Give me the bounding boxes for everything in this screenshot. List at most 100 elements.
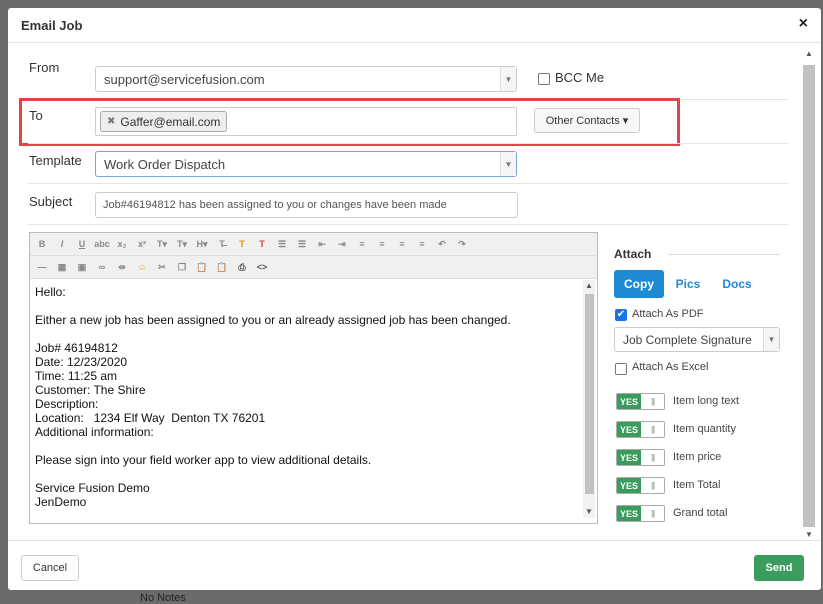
divider bbox=[28, 224, 788, 225]
font-size-icon[interactable]: T▾ bbox=[174, 236, 190, 252]
message-editor[interactable]: B I U abc x₂ x² T▾ T▾ H▾ T̶ T T ☰ ☰ ⇤ ⇥ … bbox=[29, 232, 598, 524]
toggle-label: Grand total bbox=[673, 507, 728, 519]
undo-icon[interactable]: ↶ bbox=[434, 236, 450, 252]
attach-divider bbox=[668, 254, 780, 255]
email-job-modal: Email Job × From support@servicefusion.c… bbox=[8, 8, 821, 590]
attach-pdf-checkbox[interactable]: ✔ bbox=[615, 309, 627, 321]
justify-icon[interactable]: ≡ bbox=[414, 236, 430, 252]
redo-icon[interactable]: ↷ bbox=[454, 236, 470, 252]
attach-title: Attach bbox=[614, 247, 652, 261]
template-select-value: Work Order Dispatch bbox=[104, 156, 226, 172]
bullet-list-icon[interactable]: ☰ bbox=[274, 236, 290, 252]
modal-scroll-thumb[interactable] bbox=[803, 65, 815, 527]
tab-docs[interactable]: Docs bbox=[716, 270, 758, 298]
copy-icon[interactable]: ❐ bbox=[174, 259, 190, 275]
toggle-item-quantity[interactable]: YES ||| bbox=[616, 421, 665, 438]
horizontal-rule-icon[interactable]: — bbox=[34, 259, 50, 275]
clear-format-icon[interactable]: T̶ bbox=[214, 236, 230, 252]
subscript-icon[interactable]: x₂ bbox=[114, 236, 130, 252]
divider bbox=[28, 183, 788, 184]
modal-footer: Cancel Send bbox=[8, 540, 821, 590]
scroll-up-icon[interactable]: ▲ bbox=[803, 48, 815, 60]
source-code-icon[interactable]: <> bbox=[254, 259, 270, 275]
tab-pics[interactable]: Pics bbox=[670, 270, 706, 298]
editor-scroll-thumb[interactable] bbox=[585, 294, 594, 494]
to-label: To bbox=[29, 108, 43, 123]
remove-format-icon[interactable]: T bbox=[254, 236, 270, 252]
align-right-icon[interactable]: ≡ bbox=[394, 236, 410, 252]
from-select[interactable]: support@servicefusion.com ▼ bbox=[95, 66, 517, 92]
to-recipients-input[interactable]: ✖ Gaffer@email.com bbox=[95, 107, 517, 136]
align-left-icon[interactable]: ≡ bbox=[354, 236, 370, 252]
image-icon[interactable]: ▣ bbox=[74, 259, 90, 275]
superscript-icon[interactable]: x² bbox=[134, 236, 150, 252]
bold-icon[interactable]: B bbox=[34, 236, 50, 252]
editor-toolbar-row-2: — ▦ ▣ ∞ ⇹ ☺ ✂ ❐ 📋 📋 ⎙ <> bbox=[30, 256, 597, 279]
toggle-label: Item price bbox=[673, 451, 722, 463]
toggle-item-price[interactable]: YES ||| bbox=[616, 449, 665, 466]
close-icon[interactable]: × bbox=[799, 15, 808, 33]
other-contacts-button[interactable]: Other Contacts ▾ bbox=[534, 108, 640, 133]
print-icon[interactable]: ⎙ bbox=[234, 259, 250, 275]
toggle-grip: ||| bbox=[651, 425, 655, 434]
toggle-yes: YES bbox=[617, 450, 641, 465]
from-select-value: support@servicefusion.com bbox=[104, 71, 265, 87]
recipient-tag-label: Gaffer@email.com bbox=[120, 114, 221, 129]
editor-scrollbar[interactable]: ▲ ▼ bbox=[583, 280, 595, 518]
toggle-grip: ||| bbox=[651, 509, 655, 518]
chevron-down-icon: ▼ bbox=[500, 67, 516, 91]
align-center-icon[interactable]: ≡ bbox=[374, 236, 390, 252]
modal-scrollbar[interactable]: ▲ ▼ bbox=[803, 43, 817, 539]
toggle-item-total[interactable]: YES ||| bbox=[616, 477, 665, 494]
paste-icon[interactable]: 📋 bbox=[194, 259, 210, 275]
toggle-yes: YES bbox=[617, 394, 641, 409]
toggle-yes: YES bbox=[617, 478, 641, 493]
toggle-grip: ||| bbox=[651, 397, 655, 406]
link-icon[interactable]: ∞ bbox=[94, 259, 110, 275]
remove-tag-icon[interactable]: ✖ bbox=[107, 116, 115, 127]
indent-icon[interactable]: ⇥ bbox=[334, 236, 350, 252]
editor-toolbar-row-1: B I U abc x₂ x² T▾ T▾ H▾ T̶ T T ☰ ☰ ⇤ ⇥ … bbox=[30, 233, 597, 256]
scroll-up-icon[interactable]: ▲ bbox=[583, 280, 595, 292]
paste-text-icon[interactable]: 📋 bbox=[214, 259, 230, 275]
cancel-button[interactable]: Cancel bbox=[21, 555, 79, 581]
bcc-checkbox[interactable] bbox=[538, 73, 550, 85]
attach-excel-checkbox[interactable] bbox=[615, 363, 627, 375]
font-family-icon[interactable]: T▾ bbox=[154, 236, 170, 252]
table-icon[interactable]: ▦ bbox=[54, 259, 70, 275]
tab-copy[interactable]: Copy bbox=[614, 270, 664, 298]
numbered-list-icon[interactable]: ☰ bbox=[294, 236, 310, 252]
toggle-item-long-text[interactable]: YES ||| bbox=[616, 393, 665, 410]
toggle-yes: YES bbox=[617, 422, 641, 437]
pdf-template-value: Job Complete Signature bbox=[623, 332, 752, 347]
strikethrough-icon[interactable]: abc bbox=[94, 236, 110, 252]
heading-icon[interactable]: H▾ bbox=[194, 236, 210, 252]
background-peek-text: No Notes bbox=[140, 592, 186, 604]
scroll-down-icon[interactable]: ▼ bbox=[583, 506, 595, 518]
template-label: Template bbox=[29, 153, 82, 168]
toggle-label: Item quantity bbox=[673, 423, 736, 435]
send-button[interactable]: Send bbox=[754, 555, 804, 581]
emoji-icon[interactable]: ☺ bbox=[134, 259, 150, 275]
highlight-icon[interactable]: T bbox=[234, 236, 250, 252]
recipient-tag[interactable]: ✖ Gaffer@email.com bbox=[100, 111, 228, 132]
chevron-down-icon: ▼ bbox=[500, 152, 516, 176]
modal-title: Email Job bbox=[21, 18, 83, 33]
unlink-icon[interactable]: ⇹ bbox=[114, 259, 130, 275]
toggle-label: Item long text bbox=[673, 395, 740, 407]
toggle-grand-total[interactable]: YES ||| bbox=[616, 505, 665, 522]
chevron-down-icon: ▼ bbox=[763, 328, 779, 351]
outdent-icon[interactable]: ⇤ bbox=[314, 236, 330, 252]
toggle-grip: ||| bbox=[651, 453, 655, 462]
bcc-label: BCC Me bbox=[555, 70, 605, 85]
editor-content[interactable]: Hello: Either a new job has been assigne… bbox=[35, 285, 575, 509]
from-label: From bbox=[29, 60, 60, 75]
subject-input[interactable]: Job#46194812 has been assigned to you or… bbox=[95, 192, 518, 218]
toggle-label: Item Total bbox=[673, 479, 721, 491]
underline-icon[interactable]: U bbox=[74, 236, 90, 252]
cut-icon[interactable]: ✂ bbox=[154, 259, 170, 275]
italic-icon[interactable]: I bbox=[54, 236, 70, 252]
template-select[interactable]: Work Order Dispatch ▼ bbox=[95, 151, 517, 177]
pdf-template-select[interactable]: Job Complete Signature ▼ bbox=[614, 327, 780, 352]
toggle-yes: YES bbox=[617, 506, 641, 521]
